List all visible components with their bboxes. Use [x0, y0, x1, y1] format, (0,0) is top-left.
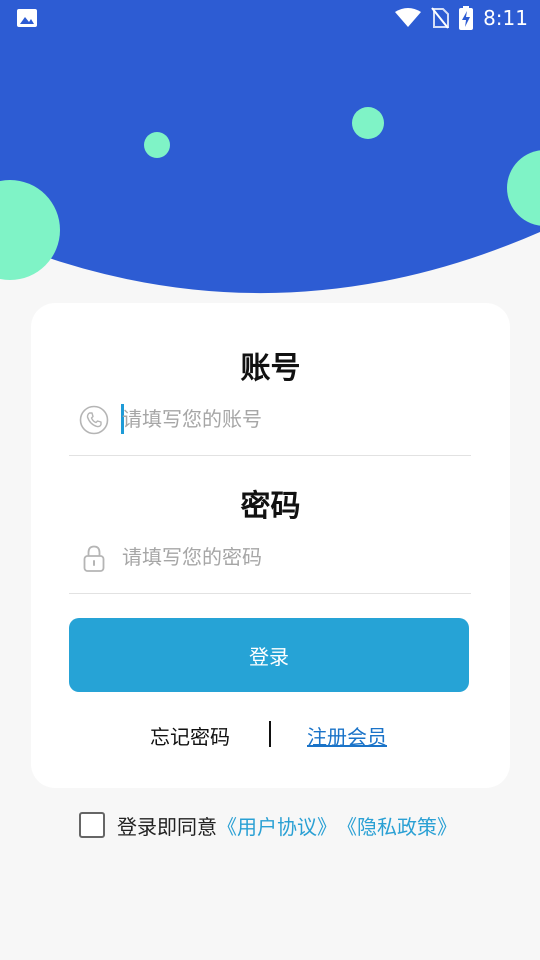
bubble-small [144, 132, 170, 158]
login-card: 账号 密码 登录 忘记密码 注册会员 [31, 303, 510, 788]
account-field-row [69, 391, 471, 449]
password-divider [69, 593, 471, 594]
agreement-checkbox[interactable] [79, 812, 105, 838]
register-link[interactable]: 注册会员 [307, 721, 387, 750]
links-separator [269, 721, 271, 747]
battery-charging-icon [459, 6, 474, 30]
status-time: 8:11 [483, 6, 528, 30]
hero-background [0, 0, 540, 294]
status-bar: 8:11 [0, 0, 540, 36]
gallery-icon [17, 9, 37, 27]
wifi-icon [395, 8, 422, 27]
account-input[interactable] [122, 401, 462, 437]
lock-icon [83, 545, 105, 572]
account-divider [69, 455, 471, 456]
user-agreement-link[interactable]: 《用户协议》 [217, 811, 337, 840]
hero-blue-arc [0, 0, 540, 294]
auth-links: 忘记密码 注册会员 [31, 721, 510, 751]
phone-icon [79, 405, 109, 435]
agreement-row: 登录即同意 《用户协议》 《隐私政策》 [79, 810, 457, 840]
password-input[interactable] [122, 539, 462, 575]
privacy-policy-link[interactable]: 《隐私政策》 [337, 811, 457, 840]
password-title: 密码 [240, 489, 301, 524]
status-icons: 8:11 [395, 6, 528, 30]
account-title: 账号 [240, 351, 301, 386]
login-button[interactable]: 登录 [69, 618, 469, 692]
hero-header [0, 0, 540, 300]
no-sim-icon [431, 7, 450, 29]
bubble-medium [352, 107, 384, 139]
agreement-prefix: 登录即同意 [117, 814, 217, 839]
password-field-row [69, 529, 471, 587]
forgot-password-link[interactable]: 忘记密码 [150, 721, 230, 750]
